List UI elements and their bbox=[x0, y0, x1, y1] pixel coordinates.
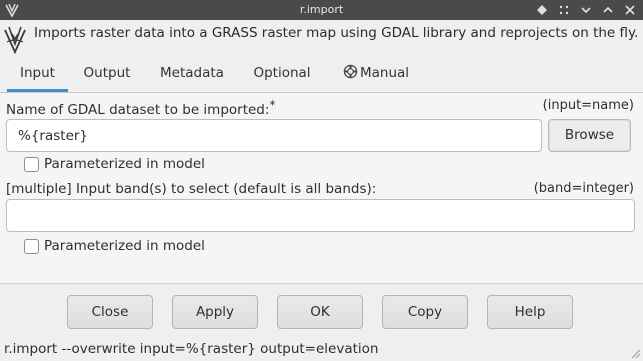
module-header: Imports raster data into a GRASS raster … bbox=[0, 20, 643, 58]
required-marker: * bbox=[269, 98, 276, 112]
tab-manual-label: Manual bbox=[359, 65, 410, 81]
tab-input-label: Input bbox=[20, 65, 55, 81]
dataset-input[interactable] bbox=[6, 119, 542, 152]
apply-button[interactable]: Apply bbox=[172, 295, 258, 329]
tab-optional-label: Optional bbox=[253, 65, 311, 81]
copy-button[interactable]: Copy bbox=[382, 295, 468, 329]
tab-metadata-label: Metadata bbox=[160, 65, 224, 81]
tab-bar: Input Output Metadata Optional Manual bbox=[0, 58, 643, 93]
tab-optional[interactable]: Optional bbox=[245, 58, 319, 92]
sticky-icon[interactable] bbox=[535, 2, 549, 18]
button-bar: Close Apply OK Copy Help bbox=[0, 283, 643, 337]
lifebuoy-icon bbox=[343, 64, 358, 79]
copy-button-label: Copy bbox=[407, 304, 443, 320]
maximize-icon[interactable] bbox=[601, 2, 615, 18]
resize-grip-icon[interactable] bbox=[629, 347, 641, 359]
status-bar: r.import --overwrite input=%{raster} out… bbox=[0, 337, 643, 361]
close-button[interactable]: Close bbox=[67, 295, 153, 329]
tab-metadata[interactable]: Metadata bbox=[152, 58, 232, 92]
grass-logo-icon bbox=[4, 26, 26, 54]
close-icon[interactable] bbox=[623, 2, 637, 18]
tab-output-label: Output bbox=[83, 65, 131, 81]
browse-button[interactable]: Browse bbox=[548, 119, 631, 152]
band-parameterized-checkbox[interactable]: Parameterized in model bbox=[24, 238, 205, 254]
module-description: Imports raster data into a GRASS raster … bbox=[34, 25, 639, 41]
command-preview: r.import --overwrite input=%{raster} out… bbox=[4, 341, 379, 357]
ok-button[interactable]: OK bbox=[277, 295, 363, 329]
help-button-label: Help bbox=[514, 304, 546, 320]
help-button[interactable]: Help bbox=[487, 295, 573, 329]
checkbox-box[interactable] bbox=[24, 238, 39, 254]
checkbox-label: Parameterized in model bbox=[44, 238, 205, 254]
close-button-label: Close bbox=[91, 304, 129, 320]
dataset-hint: (input=name) bbox=[542, 98, 634, 113]
dataset-label-text: Name of GDAL dataset to be imported: bbox=[6, 102, 270, 118]
band-input[interactable] bbox=[6, 199, 635, 232]
browse-button-label: Browse bbox=[564, 127, 615, 143]
tab-manual[interactable]: Manual bbox=[336, 58, 416, 92]
shade-icon[interactable] bbox=[557, 2, 571, 18]
dataset-parameterized-checkbox[interactable]: Parameterized in model bbox=[24, 156, 205, 172]
tab-output[interactable]: Output bbox=[76, 58, 138, 92]
title-bar: r.import bbox=[0, 0, 643, 20]
minimize-icon[interactable] bbox=[579, 2, 593, 18]
band-label: [multiple] Input band(s) to select (defa… bbox=[6, 181, 377, 197]
checkbox-label: Parameterized in model bbox=[44, 156, 205, 172]
ok-button-label: OK bbox=[310, 304, 330, 320]
input-panel: Name of GDAL dataset to be imported:* (i… bbox=[0, 93, 643, 283]
dataset-label: Name of GDAL dataset to be imported:* bbox=[6, 98, 275, 118]
apply-button-label: Apply bbox=[195, 304, 235, 320]
checkbox-box[interactable] bbox=[24, 156, 39, 172]
tab-input[interactable]: Input bbox=[7, 58, 68, 92]
band-hint: (band=integer) bbox=[533, 181, 634, 196]
